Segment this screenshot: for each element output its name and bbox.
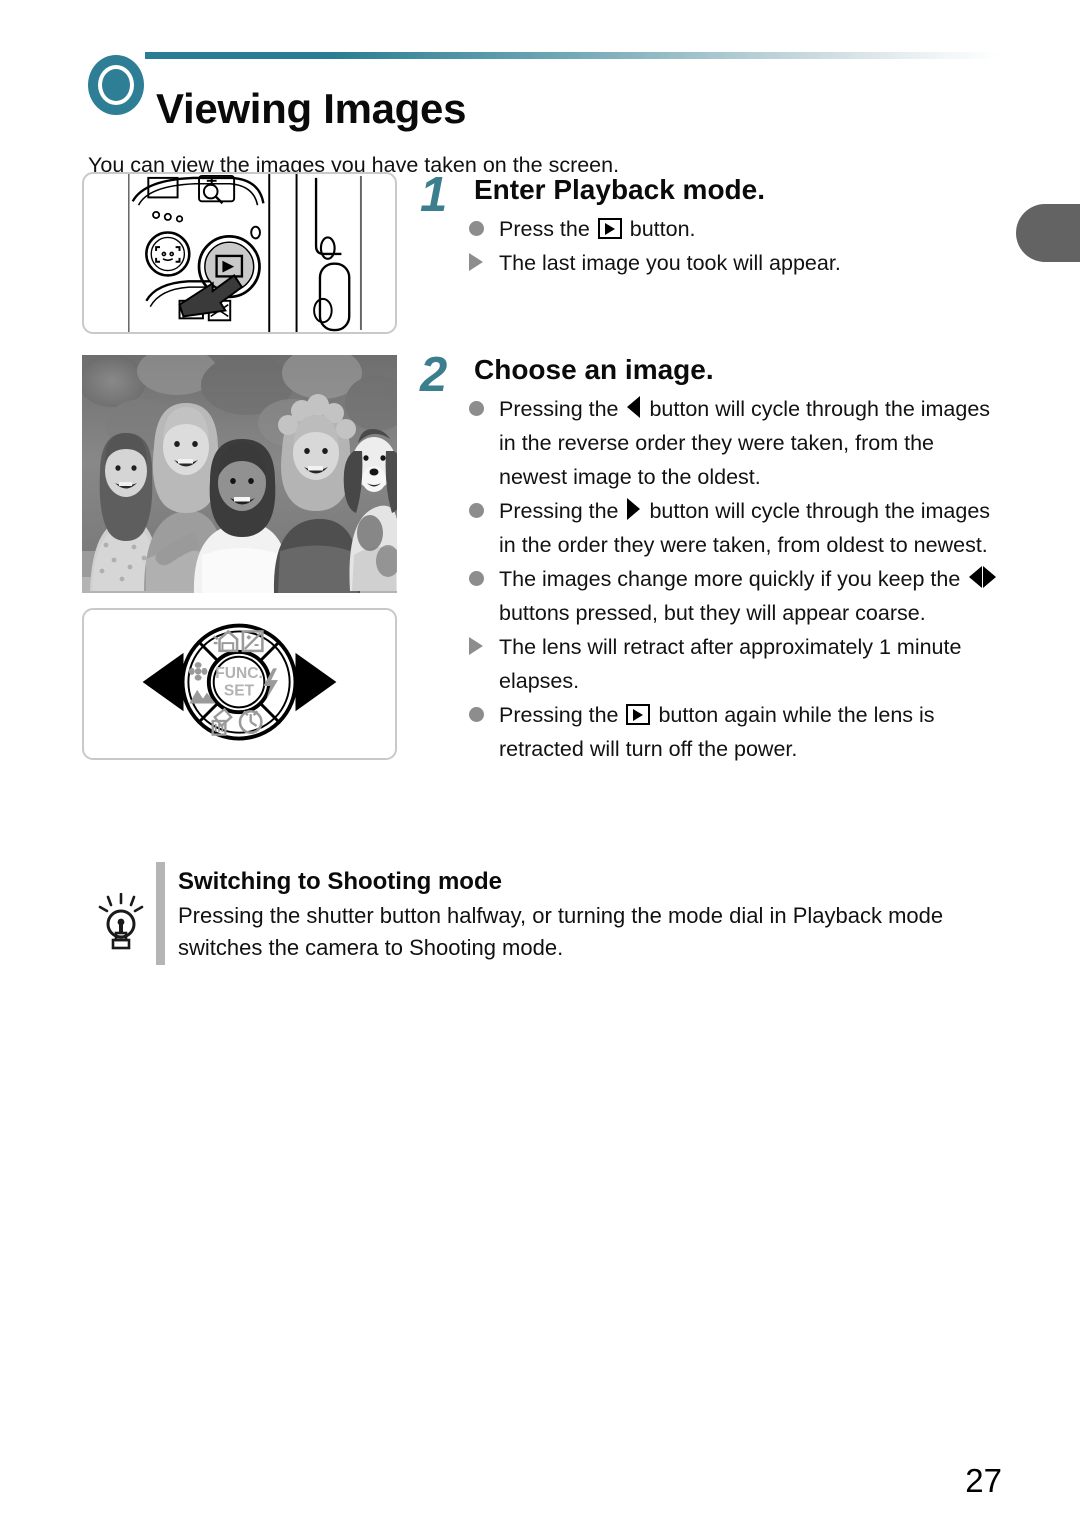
bullet-dot-icon <box>469 212 484 246</box>
camera-back-diagram <box>82 172 397 334</box>
bullet-triangle-icon <box>469 246 483 280</box>
bullet-triangle-icon <box>469 630 483 664</box>
tip-heading: Switching to Shooting mode <box>178 868 502 895</box>
left-arrow-icon <box>627 396 641 418</box>
playback-button-icon <box>597 218 622 239</box>
control-dial-diagram: FUNC. SET <box>82 608 397 760</box>
camera-back-illustration-svg <box>128 174 362 332</box>
step-2-title: Choose an image. <box>474 354 714 385</box>
dial-center-label-line2: SET <box>224 683 255 700</box>
bullet-text: Pressing the button again while the lens… <box>499 703 935 761</box>
bullet-text: The images change more quickly if you ke… <box>499 566 999 625</box>
bullet-item: Pressing the button will cycle through t… <box>466 392 1006 494</box>
step-1-bullets: Press the button. The last image you took… <box>466 212 1006 280</box>
bullet-item: The lens will retract after approximatel… <box>466 630 1006 698</box>
step-1-title: Enter Playback mode. <box>474 174 766 205</box>
control-dial-illustration-svg: FUNC. SET <box>142 623 337 741</box>
step-2-bullets: Pressing the button will cycle through t… <box>466 392 1006 766</box>
tip-divider-bar <box>156 862 165 965</box>
bullet-item: Pressing the button will cycle through t… <box>466 494 1006 562</box>
page-edge-tab <box>1016 204 1080 262</box>
page-title: Viewing Images <box>156 85 467 133</box>
bullet-item: Press the button. <box>466 212 1006 246</box>
right-arrow-icon <box>627 498 641 520</box>
lightbulb-icon <box>98 892 144 953</box>
sample-photo <box>82 355 397 593</box>
step-1-number: 1 <box>420 168 448 222</box>
dial-left-arrow-icon <box>142 652 184 712</box>
bullet-text: Pressing the button will cycle through t… <box>499 498 991 557</box>
bullet-text: The last image you took will appear. <box>499 251 841 275</box>
playback-button-icon <box>626 704 651 725</box>
bullet-item: The images change more quickly if you ke… <box>466 562 1006 630</box>
bullet-dot-icon <box>469 562 484 596</box>
bullet-item: The last image you took will appear. <box>466 246 1006 280</box>
tip-body: Pressing the shutter button halfway, or … <box>178 903 944 960</box>
dial-right-arrow-icon <box>295 652 337 712</box>
bullet-text: The lens will retract after approximatel… <box>499 635 962 693</box>
left-right-arrows-icon <box>969 562 997 596</box>
bullet-item: Pressing the button again while the lens… <box>466 698 1006 766</box>
bullet-text: Pressing the button will cycle through t… <box>499 396 991 489</box>
dial-center-label-line1: FUNC. <box>215 665 263 682</box>
section-marker-circle-icon <box>88 55 144 115</box>
bullet-text: Press the button. <box>499 217 696 241</box>
sample-photo-svg <box>82 355 397 593</box>
bullet-dot-icon <box>469 494 484 528</box>
step-2-number: 2 <box>420 348 448 402</box>
bullet-dot-icon <box>469 392 484 426</box>
page-number: 27 <box>965 1462 1002 1499</box>
bullet-dot-icon <box>469 698 484 732</box>
header-gradient-rule <box>145 52 1000 59</box>
